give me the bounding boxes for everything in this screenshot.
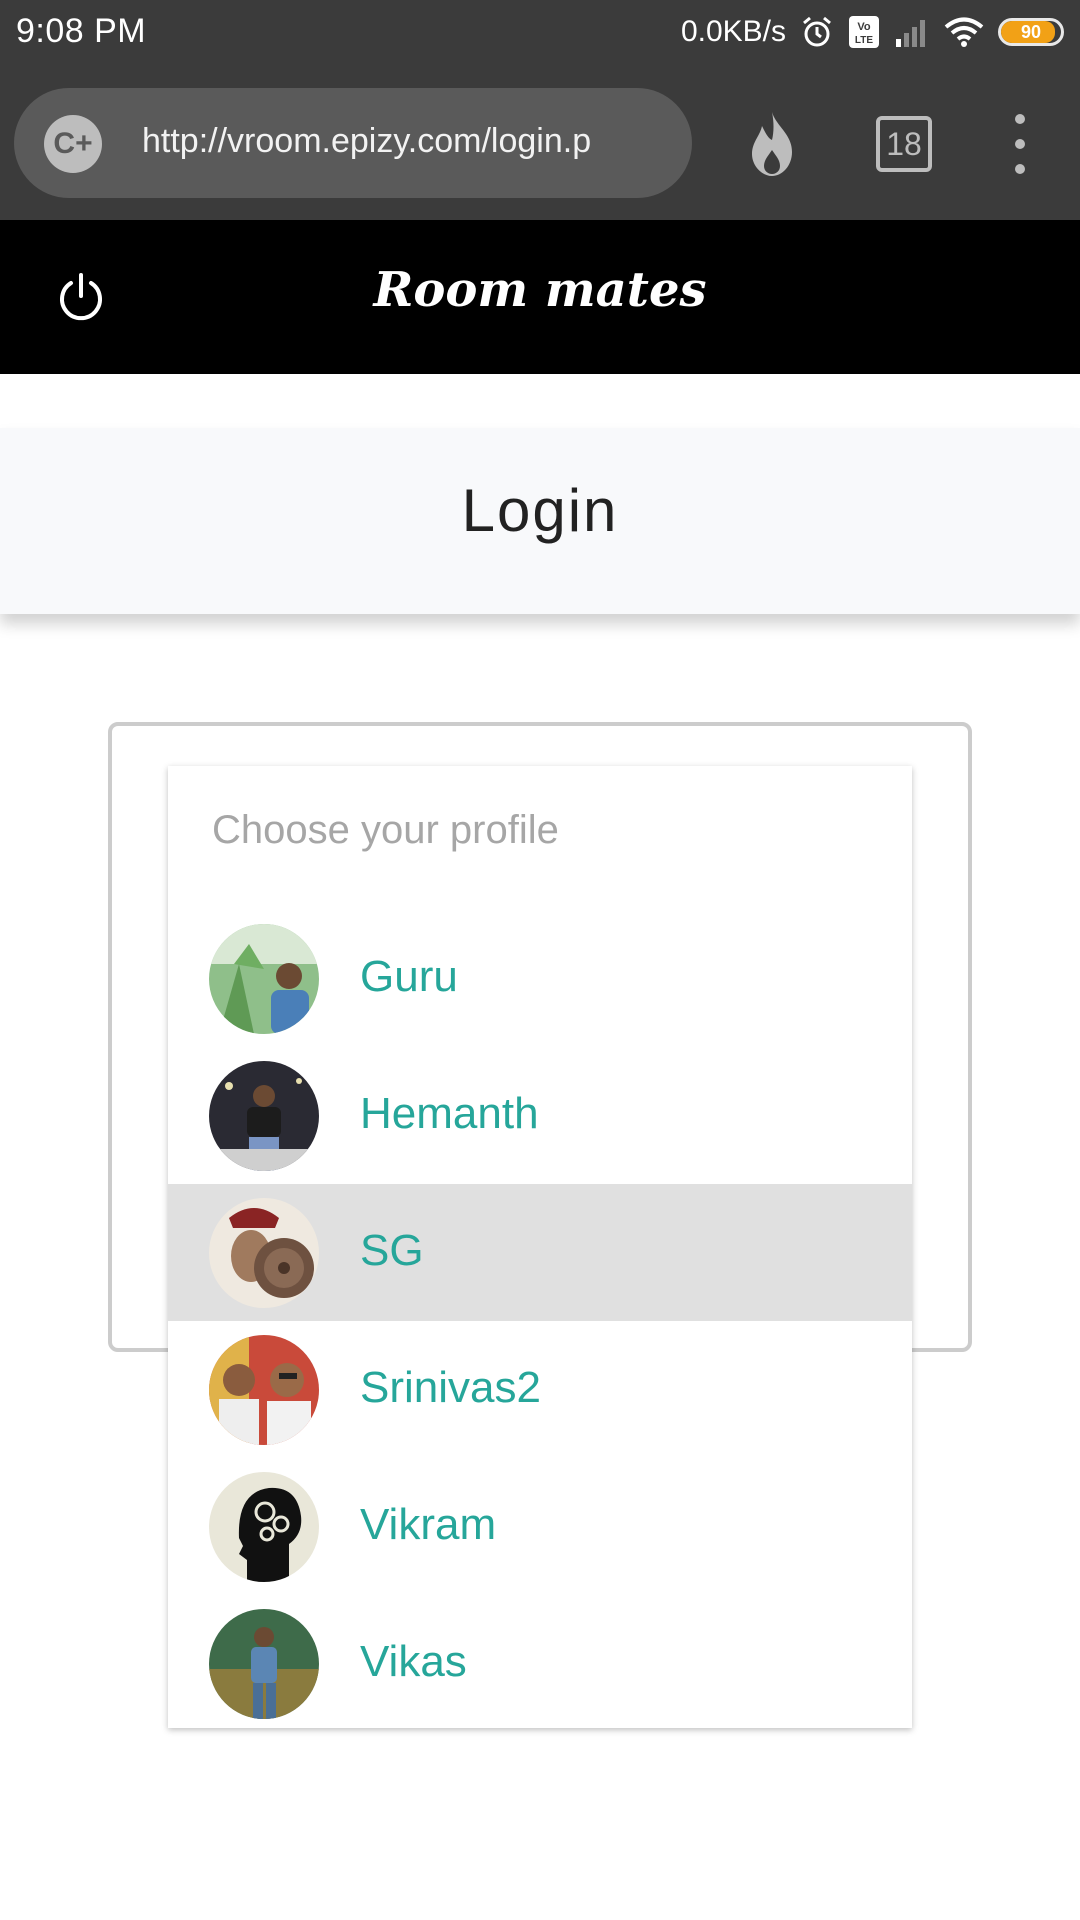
app-title: Room mates [373,262,707,318]
avatar [209,1472,319,1582]
avatar [209,1061,319,1171]
flame-icon[interactable] [740,108,804,180]
profile-name: Vikram [360,1500,497,1549]
profile-list: Guru Hemanth SG Srinivas2 Vikram Vikas [168,910,912,1732]
profile-option-hemanth[interactable]: Hemanth [168,1047,912,1184]
browser-toolbar: C+ http://vroom.epizy.com/login.p 18 [0,66,1080,220]
profile-dropdown[interactable]: Choose your profile Guru Hemanth SG Srin… [168,766,912,1728]
avatar [209,1609,319,1719]
app-header: Room mates [0,220,1080,374]
svg-text:LTE: LTE [855,35,873,46]
status-time: 9:08 PM [16,12,147,50]
tabs-icon[interactable]: 18 [876,116,932,172]
page-title: Login [461,477,619,544]
profile-name: Srinivas2 [360,1363,541,1412]
battery-icon: 90 [998,18,1064,46]
alarm-icon [800,15,834,49]
signal-icon [894,17,930,47]
profile-name: Vikas [360,1637,467,1686]
avatar [209,924,319,1034]
site-info-icon[interactable]: C+ [44,115,102,173]
network-speed: 0.0KB/s [680,15,786,48]
svg-text:Vo: Vo [857,21,871,33]
more-vert-icon[interactable] [1000,114,1040,174]
profile-option-sg[interactable]: SG [168,1184,912,1321]
profile-name: Hemanth [360,1089,539,1138]
dropdown-header: Choose your profile [212,808,559,852]
profile-name: Guru [360,952,458,1001]
login-banner: Login [0,428,1080,614]
wifi-icon [944,16,984,48]
avatar [209,1198,319,1308]
avatar [209,1335,319,1445]
url-text[interactable]: http://vroom.epizy.com/login.p [142,122,670,161]
profile-option-vikas[interactable]: Vikas [168,1595,912,1732]
volte-icon: Vo LTE [848,15,880,49]
battery-level: 90 [1020,21,1042,42]
status-bar: 9:08 PM 0.0KB/s Vo LTE 90 [0,0,1080,66]
profile-option-vikram[interactable]: Vikram [168,1458,912,1595]
profile-option-guru[interactable]: Guru [168,910,912,1047]
status-icons: 0.0KB/s Vo LTE 90 [681,10,1064,54]
address-bar[interactable]: C+ http://vroom.epizy.com/login.p [14,88,692,198]
profile-option-srinivas2[interactable]: Srinivas2 [168,1321,912,1458]
profile-name: SG [360,1226,424,1275]
